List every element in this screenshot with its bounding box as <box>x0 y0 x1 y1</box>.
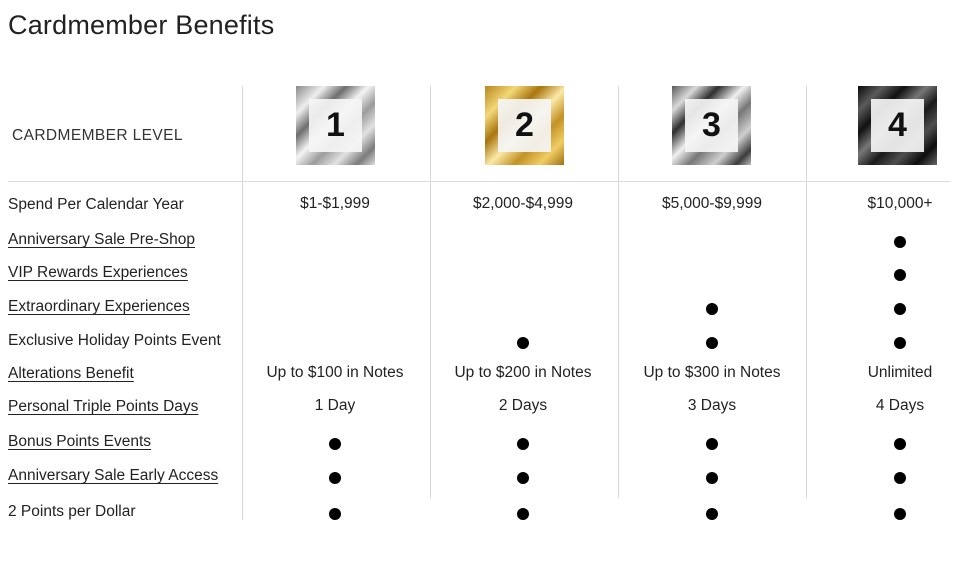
benefit-value: 1 Day <box>314 397 356 414</box>
benefit-value: 4 Days <box>875 397 925 414</box>
included-dot <box>894 269 906 281</box>
benefit-value: Up to $300 in Notes <box>643 364 781 381</box>
included-dot <box>706 508 718 520</box>
included-dot <box>706 303 718 315</box>
included-dot <box>329 438 341 450</box>
column-divider <box>806 86 807 498</box>
benefit-label: 2 Points per Dollar <box>8 503 136 520</box>
included-dot <box>517 438 529 450</box>
column-divider <box>618 86 619 498</box>
level-2-badge: 2 <box>485 86 564 165</box>
included-dot <box>706 472 718 484</box>
level-number: 1 <box>309 99 362 152</box>
included-dot <box>894 508 906 520</box>
benefit-label[interactable]: VIP Rewards Experiences <box>8 264 188 282</box>
level-number: 3 <box>685 99 738 152</box>
benefit-label[interactable]: Bonus Points Events <box>8 433 151 451</box>
benefit-value: $5,000-$9,999 <box>662 195 762 212</box>
included-dot <box>894 236 906 248</box>
column-divider <box>242 86 243 520</box>
column-divider <box>430 86 431 498</box>
benefit-label[interactable]: Alterations Benefit <box>8 365 134 383</box>
benefit-value: $10,000+ <box>867 195 933 212</box>
benefit-label[interactable]: Personal Triple Points Days <box>8 398 198 416</box>
included-dot <box>517 472 529 484</box>
benefit-value: Unlimited <box>867 364 933 381</box>
benefit-value: $1-$1,999 <box>300 195 370 212</box>
benefit-label: Exclusive Holiday Points Event <box>8 332 221 349</box>
level-1-badge: 1 <box>296 86 375 165</box>
included-dot <box>894 303 906 315</box>
cardmember-level-header: CARDMEMBER LEVEL <box>12 127 183 144</box>
benefit-value: 3 Days <box>687 397 737 414</box>
benefits-table: CARDMEMBER LEVEL 1 2 3 4 Spend Per Calen… <box>0 0 961 568</box>
benefit-value: 2 Days <box>498 397 548 414</box>
included-dot <box>706 337 718 349</box>
included-dot <box>706 438 718 450</box>
benefit-label[interactable]: Anniversary Sale Pre-Shop <box>8 231 195 249</box>
included-dot <box>329 508 341 520</box>
benefit-value: $2,000-$4,999 <box>473 195 573 212</box>
included-dot <box>894 337 906 349</box>
header-divider <box>8 181 950 182</box>
level-3-badge: 3 <box>672 86 751 165</box>
included-dot <box>517 337 529 349</box>
level-number: 4 <box>871 99 924 152</box>
benefit-label: Spend Per Calendar Year <box>8 196 184 213</box>
included-dot <box>329 472 341 484</box>
benefit-label[interactable]: Anniversary Sale Early Access <box>8 467 218 485</box>
level-4-badge: 4 <box>858 86 937 165</box>
included-dot <box>517 508 529 520</box>
benefit-value: Up to $100 in Notes <box>266 364 404 381</box>
benefit-value: Up to $200 in Notes <box>454 364 592 381</box>
included-dot <box>894 438 906 450</box>
included-dot <box>894 472 906 484</box>
benefit-label[interactable]: Extraordinary Experiences <box>8 298 190 316</box>
level-number: 2 <box>498 99 551 152</box>
